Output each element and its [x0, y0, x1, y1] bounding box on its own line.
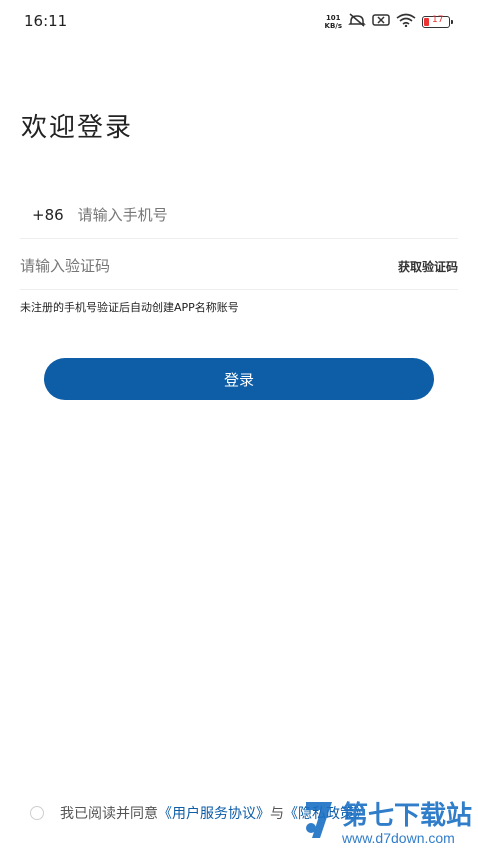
verification-code-input[interactable] [20, 257, 398, 275]
battery-fill [424, 17, 429, 26]
network-speed-value: 101 [325, 13, 341, 22]
agreement-prefix: 我已阅读并同意 [60, 806, 158, 822]
network-speed: 101 KB/s [325, 14, 342, 30]
code-row: 获取验证码 [20, 243, 458, 290]
watermark: 第七下载站 www.d7down.com [302, 798, 472, 846]
mute-icon [348, 12, 366, 31]
battery-level: 17 [432, 14, 444, 25]
phone-input[interactable] [75, 205, 458, 225]
country-code[interactable]: +86 [32, 206, 64, 224]
login-button[interactable]: 登录 [44, 358, 434, 400]
watermark-logo-icon [302, 798, 338, 846]
battery-icon: 17 [422, 14, 453, 28]
status-icons: 101 KB/s 17 [325, 12, 453, 31]
wifi-icon [396, 12, 416, 31]
agree-checkbox[interactable] [30, 806, 44, 820]
watermark-url: www.d7down.com [341, 830, 455, 846]
status-time: 16:11 [24, 12, 68, 30]
agreement-connector: 与 [270, 806, 284, 822]
network-speed-unit: KB/s [324, 21, 342, 30]
status-bar: 16:11 101 KB/s 17 [0, 0, 478, 44]
page-title: 欢迎登录 [21, 113, 134, 143]
watermark-name: 第七下载站 [341, 801, 472, 831]
user-agreement-link[interactable]: 《用户服务协议》 [158, 803, 270, 823]
phone-row: +86 [20, 192, 458, 239]
sim-off-icon [372, 12, 390, 31]
watermark-text: 第七下载站 www.d7down.com [342, 802, 472, 846]
get-code-button[interactable]: 获取验证码 [398, 258, 458, 275]
register-hint: 未注册的手机号验证后自动创建APP名称账号 [20, 301, 239, 314]
